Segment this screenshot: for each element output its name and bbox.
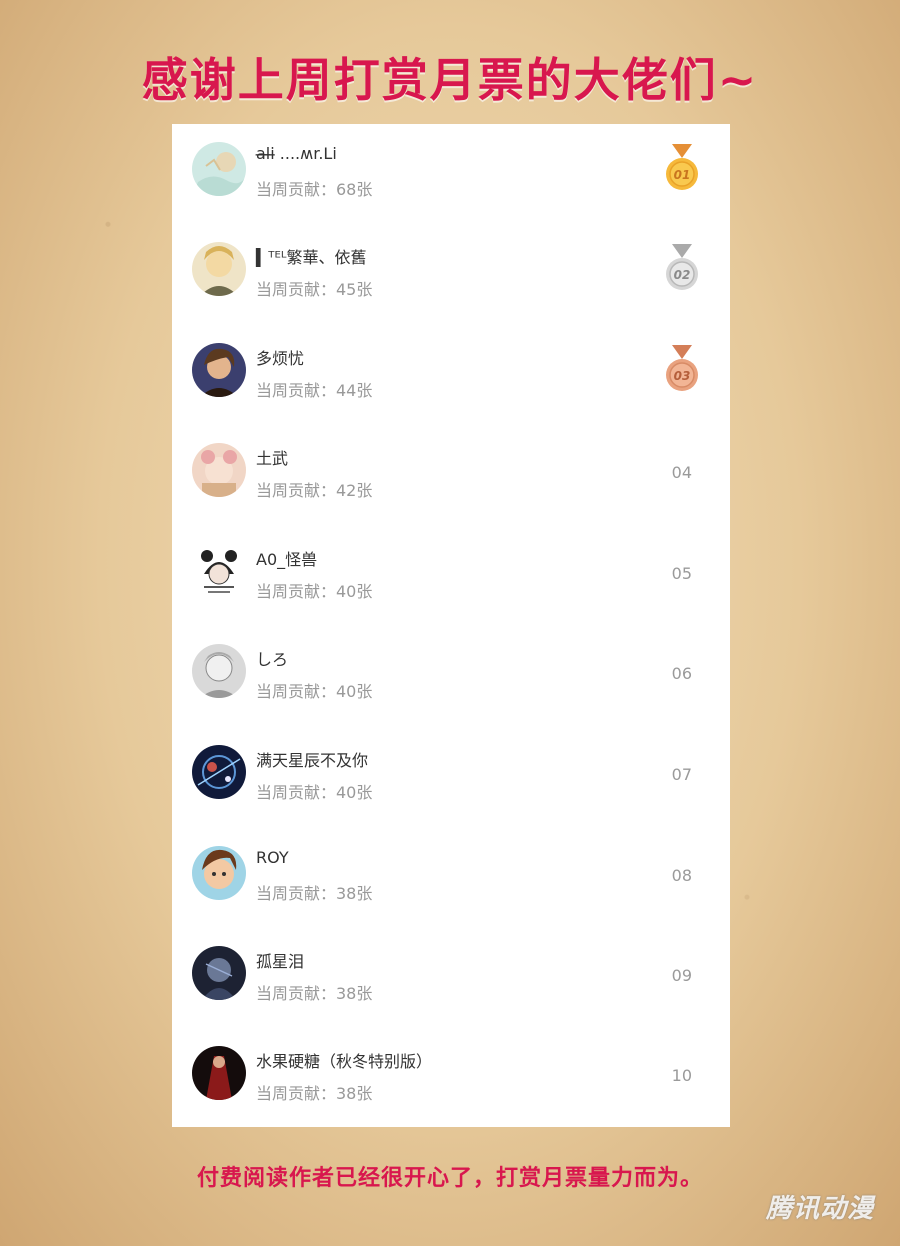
- contribution-text: 当周贡献：40张: [256, 783, 373, 802]
- contribution-text: 当周贡献：42张: [256, 481, 373, 500]
- rank-number: 04: [671, 463, 692, 482]
- leaderboard-row[interactable]: 土武 当周贡献：42张 04: [172, 425, 730, 525]
- contribution-text: 当周贡献：45张: [256, 280, 373, 299]
- user-avatar[interactable]: [192, 343, 246, 397]
- rank-number: 06: [671, 664, 692, 683]
- page-title: 感谢上周打赏月票的大佬们~: [141, 53, 759, 107]
- leaderboard-row[interactable]: ROY 当周贡献：38张 08: [172, 828, 730, 928]
- rank-number: 09: [671, 966, 692, 985]
- user-name: a̶l̶i̶ ....ʍr.Li: [256, 144, 337, 163]
- medal-rank-label: 01: [674, 168, 691, 182]
- leaderboard-row[interactable]: ▍ᵀᴱᴸ繁華、依舊 当周贡献：45张 02: [172, 224, 730, 324]
- user-avatar[interactable]: [192, 946, 246, 1000]
- gold-medal-icon: 01: [664, 144, 700, 192]
- user-avatar[interactable]: [192, 142, 246, 196]
- rank-number: 07: [671, 765, 692, 784]
- medal-rank-label: 03: [674, 369, 691, 383]
- rank-number: 05: [671, 564, 692, 583]
- brand-watermark: 腾讯动漫: [765, 1194, 874, 1224]
- user-name: 土武: [256, 449, 289, 468]
- user-avatar[interactable]: [192, 242, 246, 296]
- leaderboard-row[interactable]: A0_怪兽 当周贡献：40张 05: [172, 526, 730, 626]
- bronze-medal-icon: 03: [664, 345, 700, 393]
- user-name: 多烦忧: [256, 349, 305, 368]
- leaderboard-row[interactable]: 多烦忧 当周贡献：44张 03: [172, 325, 730, 425]
- user-avatar[interactable]: [192, 1046, 246, 1100]
- user-name: 水果硬糖（秋冬特别版）: [256, 1052, 433, 1071]
- contribution-text: 当周贡献：68张: [256, 180, 373, 199]
- user-name: 满天星辰不及你: [256, 751, 369, 770]
- leaderboard-row[interactable]: 孤星泪 当周贡献：38张 09: [172, 928, 730, 1028]
- silver-medal-icon: 02: [664, 244, 700, 292]
- user-name: 孤星泪: [256, 952, 305, 971]
- contribution-text: 当周贡献：44张: [256, 381, 373, 400]
- user-avatar[interactable]: [192, 745, 246, 799]
- contribution-text: 当周贡献：38张: [256, 884, 373, 903]
- user-avatar[interactable]: [192, 644, 246, 698]
- contribution-text: 当周贡献：40张: [256, 582, 373, 601]
- leaderboard-card: a̶l̶i̶ ....ʍr.Li 当周贡献：68张 01 ▍ᵀᴱᴸ繁華、依舊 当…: [172, 124, 730, 1127]
- user-name: ROY: [256, 848, 289, 867]
- user-name: A0_怪兽: [256, 550, 318, 569]
- user-avatar[interactable]: [192, 544, 246, 598]
- user-avatar[interactable]: [192, 443, 246, 497]
- leaderboard-row[interactable]: 满天星辰不及你 当周贡献：40张 07: [172, 727, 730, 827]
- medal-rank-label: 02: [674, 268, 691, 282]
- rank-number: 10: [671, 1066, 692, 1085]
- user-avatar[interactable]: [192, 846, 246, 900]
- contribution-text: 当周贡献：38张: [256, 984, 373, 1003]
- leaderboard-row[interactable]: a̶l̶i̶ ....ʍr.Li 当周贡献：68张 01: [172, 124, 730, 224]
- user-name: しろ: [256, 650, 289, 669]
- leaderboard-row[interactable]: しろ 当周贡献：40张 06: [172, 626, 730, 726]
- rank-number: 08: [671, 866, 692, 885]
- contribution-text: 当周贡献：40张: [256, 682, 373, 701]
- contribution-text: 当周贡献：38张: [256, 1084, 373, 1103]
- leaderboard-row[interactable]: 水果硬糖（秋冬特别版） 当周贡献：38张 10: [172, 1028, 730, 1128]
- user-name: ▍ᵀᴱᴸ繁華、依舊: [256, 248, 367, 267]
